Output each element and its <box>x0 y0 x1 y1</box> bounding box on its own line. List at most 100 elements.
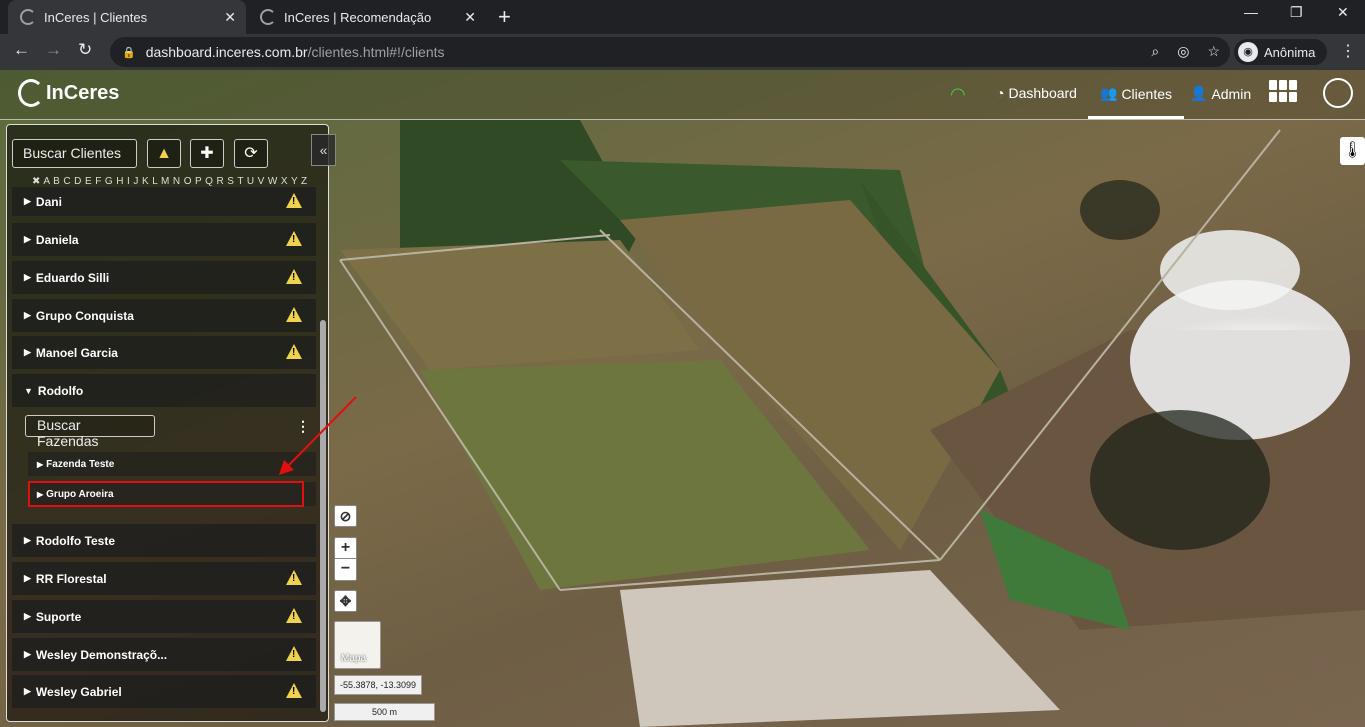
add-user-icon: 👤 <box>1190 85 1208 101</box>
client-row-manoel-garcia[interactable]: ▶ Manoel Garcia <box>12 336 316 369</box>
reload-icon[interactable]: ↻ <box>78 40 92 60</box>
client-name: RR Florestal <box>35 571 107 586</box>
client-name: Suporte <box>35 609 82 624</box>
caret-right-icon: ▶ <box>24 573 31 583</box>
basemap-switcher[interactable]: Mapa <box>334 621 381 669</box>
zoom-icon[interactable]: ⌕ <box>1151 43 1159 60</box>
farm-search-input[interactable]: Buscar Fazendas <box>25 415 155 449</box>
url-path: /clientes.html#!/clients <box>307 44 445 60</box>
nav-dashboard[interactable]: ◔ Dashboard <box>996 85 1077 101</box>
bookmark-star-icon[interactable]: ☆ <box>1207 43 1220 60</box>
more-options-icon[interactable]: ⋮ <box>296 418 310 435</box>
back-icon[interactable]: ← <box>13 40 30 60</box>
warning-icon <box>286 307 302 322</box>
panel-scrollbar[interactable] <box>320 320 326 712</box>
client-row-eduardo-silli[interactable]: ▶ Eduardo Silli <box>12 261 316 294</box>
caret-down-icon: ▼ <box>24 385 33 396</box>
browser-tab-bar: InCeres | Clientes ✕ InCeres | Recomenda… <box>0 0 1365 34</box>
thermometer-icon[interactable]: 🌡 <box>1340 137 1365 165</box>
caret-right-icon: ▶ <box>24 686 31 696</box>
logo-text: InCeres <box>46 81 120 104</box>
caret-right-icon: ▶ <box>24 535 31 545</box>
tab-title: InCeres | Clientes <box>44 9 148 25</box>
caret-right-icon: ▶ <box>24 234 31 244</box>
client-row-rr-florestal[interactable]: ▶ RR Florestal <box>12 562 316 595</box>
incognito-profile-button[interactable]: ◉ Anônima <box>1234 39 1328 65</box>
client-row-rodolfo-teste[interactable]: ▶ Rodolfo Teste <box>12 524 316 557</box>
caret-right-icon: ▶ <box>37 459 44 469</box>
url-host: dashboard.inceres.com.br <box>145 44 308 60</box>
refresh-button[interactable]: ⟳ <box>234 139 268 168</box>
alphabet-filter[interactable]: ✖ A B C D E F G H I J K L M N O P Q R S … <box>32 176 308 187</box>
scale-bar: 500 m <box>334 703 435 721</box>
close-tab-icon[interactable]: ✕ <box>224 9 236 26</box>
tab-clientes[interactable]: InCeres | Clientes ✕ <box>8 0 246 34</box>
client-row-grupo-conquista[interactable]: ▶ Grupo Conquista <box>12 299 316 332</box>
user-account-icon[interactable] <box>1323 78 1353 108</box>
browser-menu-icon[interactable]: ⋮ <box>1340 41 1356 61</box>
warning-icon: ▲ <box>156 145 172 162</box>
minimap-label: Mapa <box>341 653 367 664</box>
tracking-off-icon[interactable]: ◎ <box>1177 43 1189 60</box>
client-row-suporte[interactable]: ▶ Suporte <box>12 600 316 633</box>
window-close-icon[interactable]: ✕ <box>1337 4 1349 21</box>
client-row-dani[interactable]: ▶ Dani <box>12 187 316 216</box>
zoom-control: + − <box>334 537 357 581</box>
nav-clientes[interactable]: 👥 Clientes <box>1087 85 1185 119</box>
nav-admin-label: Admin <box>1211 85 1252 102</box>
dashboard-icon: ◔ <box>996 85 1005 101</box>
profile-label: Anônima <box>1264 44 1316 60</box>
users-icon: 👥 <box>1100 85 1118 101</box>
nav-dashboard-label: Dashboard <box>1008 85 1077 101</box>
new-tab-button[interactable]: + <box>498 4 511 30</box>
highlight-box <box>28 481 304 507</box>
warning-filter-button[interactable]: ▲ <box>147 139 181 168</box>
forward-icon[interactable]: → <box>45 40 62 60</box>
minimize-icon[interactable]: — <box>1244 4 1258 20</box>
compass-icon: ⊘ <box>339 508 352 524</box>
client-row-wesley-gabriel[interactable]: ▶ Wesley Gabriel <box>12 675 316 708</box>
warning-icon <box>286 608 302 623</box>
apps-grid-icon[interactable] <box>1269 80 1297 102</box>
plus-icon: ✚ <box>200 145 214 162</box>
warning-icon <box>286 344 302 359</box>
caret-right-icon: ▶ <box>24 310 31 320</box>
client-name: Dani <box>35 194 62 209</box>
zoom-in-button[interactable]: + <box>335 538 356 559</box>
caret-right-icon: ▶ <box>24 196 31 206</box>
warning-icon <box>286 193 302 208</box>
client-row-rodolfo[interactable]: ▼ Rodolfo <box>12 374 316 407</box>
client-search-input[interactable]: Buscar Clientes <box>12 139 137 168</box>
client-name: Wesley Demonstraçõ... <box>35 647 168 662</box>
coordinate-readout: -55.3878, -13.3099 <box>334 675 422 695</box>
warning-icon <box>286 570 302 585</box>
collapse-panel-icon[interactable]: « <box>311 134 336 166</box>
caret-right-icon: ▶ <box>24 611 31 621</box>
refresh-icon: ⟳ <box>244 145 258 162</box>
caret-right-icon: ▶ <box>24 272 31 282</box>
incognito-icon: ◉ <box>1238 42 1258 62</box>
client-name: Rodolfo <box>37 383 84 398</box>
add-client-button[interactable]: ✚ <box>190 139 224 168</box>
tab-recomendacao[interactable]: InCeres | Recomendação ✕ <box>248 0 486 34</box>
restore-icon[interactable]: ❐ <box>1290 4 1303 21</box>
client-name: Grupo Conquista <box>35 308 134 323</box>
client-name: Rodolfo Teste <box>35 533 116 548</box>
inceres-logo[interactable]: InCeres <box>18 79 119 107</box>
address-bar[interactable]: 🔒 dashboard.inceres.com.br/clientes.html… <box>110 37 1230 67</box>
client-row-wesley-demonstracao[interactable]: ▶ Wesley Demonstraçõ... <box>12 638 316 671</box>
compass-button[interactable]: ⊘ <box>334 505 357 527</box>
close-tab-icon[interactable]: ✕ <box>464 9 476 26</box>
lock-icon: 🔒 <box>122 46 136 59</box>
client-name: Daniela <box>35 232 79 247</box>
caret-right-icon: ▶ <box>24 347 31 357</box>
zoom-out-button[interactable]: − <box>335 559 356 580</box>
farm-name: Fazenda Teste <box>46 458 115 470</box>
pan-button[interactable]: ✥ <box>334 590 357 612</box>
client-row-daniela[interactable]: ▶ Daniela <box>12 223 316 256</box>
farm-row-fazenda-teste[interactable]: ▶ Fazenda Teste <box>28 452 316 476</box>
logo-ring-icon <box>18 79 44 107</box>
inceres-favicon-icon <box>20 9 36 25</box>
nav-admin[interactable]: 👤 Admin <box>1190 85 1251 102</box>
caret-right-icon: ▶ <box>24 649 31 659</box>
